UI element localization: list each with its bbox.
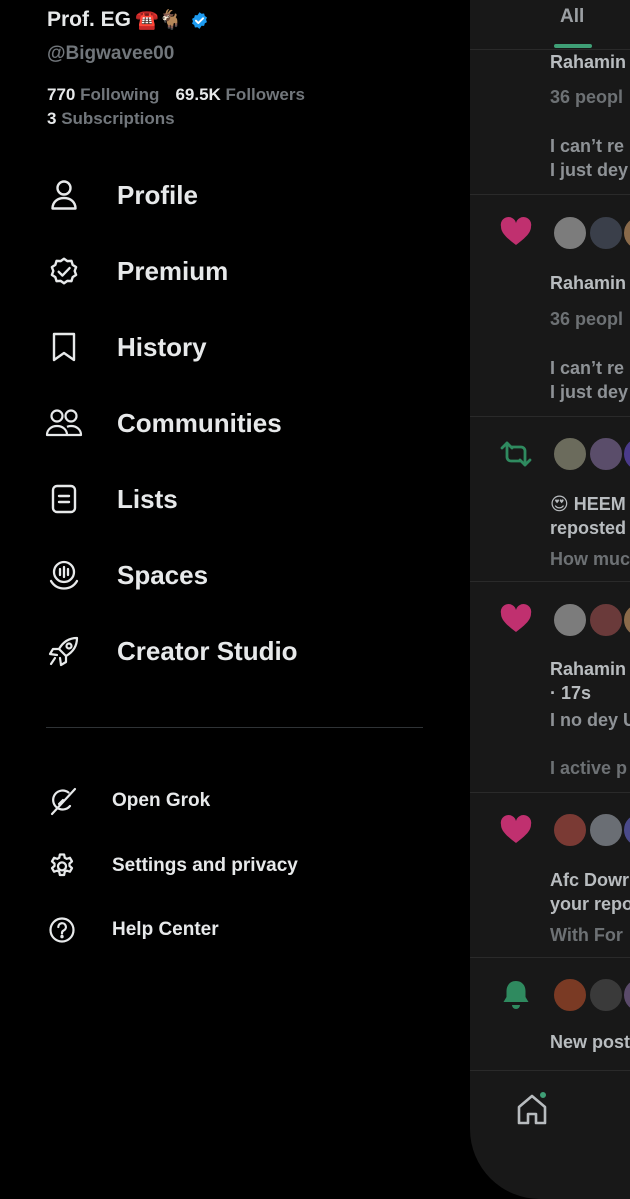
notification-text: · 17s bbox=[550, 683, 592, 703]
rocket-icon bbox=[44, 631, 84, 671]
profile-emoji: ☎️🐐 bbox=[135, 10, 183, 31]
followers-count: 69.5K bbox=[175, 85, 221, 104]
notification-text: Afc Dowr bbox=[550, 870, 630, 890]
follow-stats: 770 Following 69.5K Followers bbox=[47, 85, 305, 105]
menu-label-lists: Lists bbox=[117, 483, 178, 514]
followers-link[interactable]: 69.5K Followers bbox=[175, 85, 304, 105]
avatar[interactable] bbox=[588, 436, 624, 472]
notification-text: your repo bbox=[550, 894, 630, 914]
following-count: 770 bbox=[47, 85, 76, 104]
side-drawer: Prof. EG ☎️🐐 @Bigwavee00 770 Following 6… bbox=[0, 0, 470, 1199]
menu-label-premium: Premium bbox=[117, 255, 229, 286]
menu-item-settings[interactable]: Settings and privacy bbox=[44, 844, 444, 888]
menu-item-lists[interactable]: Lists bbox=[44, 471, 444, 527]
avatar[interactable] bbox=[552, 215, 588, 251]
help-icon bbox=[44, 912, 80, 948]
list-icon bbox=[44, 479, 84, 519]
menu-divider bbox=[46, 727, 423, 728]
menu-item-open-grok[interactable]: Open Grok bbox=[44, 779, 444, 823]
following-link[interactable]: 770 Following bbox=[47, 85, 159, 105]
avatar[interactable] bbox=[622, 977, 630, 1013]
following-label: Following bbox=[80, 85, 160, 104]
notification-text: How muc bbox=[550, 549, 630, 569]
avatar[interactable] bbox=[588, 977, 624, 1013]
menu-item-premium[interactable]: Premium bbox=[44, 243, 444, 299]
notification-text: With For bbox=[550, 925, 623, 945]
notification-text: Rahamin bbox=[550, 659, 627, 679]
notification-text: I can’t re bbox=[550, 358, 625, 378]
repost-icon bbox=[498, 436, 534, 472]
avatar[interactable] bbox=[622, 602, 630, 638]
avatar[interactable] bbox=[622, 812, 630, 848]
menu-item-help-center[interactable]: Help Center bbox=[44, 908, 444, 952]
menu-label-spaces: Spaces bbox=[117, 559, 209, 590]
profile-handle: @Bigwavee00 bbox=[47, 43, 175, 64]
menu-label-settings: Settings and privacy bbox=[112, 855, 298, 876]
spaces-icon bbox=[44, 555, 84, 595]
grok-icon bbox=[44, 783, 80, 819]
subscriptions-label: Subscriptions bbox=[61, 109, 175, 128]
notification-text: 36 peopl bbox=[550, 87, 624, 107]
subscriptions-link[interactable]: 3 Subscriptions bbox=[47, 109, 175, 129]
notification-divider bbox=[470, 194, 630, 195]
person-icon bbox=[44, 175, 84, 215]
avatar[interactable] bbox=[588, 812, 624, 848]
avatar[interactable] bbox=[588, 602, 624, 638]
menu-label-open-grok: Open Grok bbox=[112, 790, 211, 811]
notification-text: I can’t re bbox=[550, 136, 625, 156]
tab-divider bbox=[470, 49, 630, 50]
notification-text: Rahamin bbox=[550, 273, 627, 293]
menu-label-communities: Communities bbox=[117, 407, 282, 438]
profile-name: Prof. EG bbox=[47, 8, 132, 31]
notification-text: I just dey bbox=[550, 160, 629, 180]
notification-divider bbox=[470, 792, 630, 793]
bookmark-icon bbox=[44, 327, 84, 367]
premium-badge-icon bbox=[44, 251, 84, 291]
notification-text: 😍 HEEM bbox=[550, 494, 626, 514]
notification-text: I just dey bbox=[550, 382, 629, 402]
notification-text: 36 peopl bbox=[550, 309, 624, 329]
heart-icon bbox=[498, 214, 534, 250]
menu-label-creator-studio: Creator Studio bbox=[117, 635, 298, 666]
avatar[interactable] bbox=[622, 436, 630, 472]
menu-item-history[interactable]: History bbox=[44, 319, 444, 375]
home-icon[interactable] bbox=[514, 1092, 554, 1132]
notification-text: I active p bbox=[550, 758, 628, 778]
verified-badge-icon bbox=[190, 11, 209, 30]
tab-all-label: All bbox=[560, 6, 585, 27]
avatar[interactable] bbox=[622, 215, 630, 251]
notification-divider bbox=[470, 581, 630, 582]
profile-name-row[interactable]: Prof. EG ☎️🐐 bbox=[47, 8, 209, 32]
notification-divider bbox=[470, 957, 630, 958]
notification-text: reposted bbox=[550, 518, 627, 538]
bell-icon bbox=[498, 977, 534, 1013]
bottom-nav-divider bbox=[470, 1070, 630, 1071]
menu-label-help-center: Help Center bbox=[112, 919, 219, 940]
avatar[interactable] bbox=[552, 602, 588, 638]
menu-item-profile[interactable]: Profile bbox=[44, 167, 444, 223]
heart-icon bbox=[498, 601, 534, 637]
unread-indicator bbox=[538, 1090, 548, 1100]
communities-icon bbox=[44, 403, 84, 443]
menu-item-communities[interactable]: Communities bbox=[44, 395, 444, 451]
notification-divider bbox=[470, 416, 630, 417]
avatar[interactable] bbox=[552, 812, 588, 848]
avatar[interactable] bbox=[588, 215, 624, 251]
avatar[interactable] bbox=[552, 436, 588, 472]
tab-all[interactable]: All bbox=[470, 0, 630, 49]
menu-label-profile: Profile bbox=[117, 179, 198, 210]
notification-text: New post bbox=[550, 1032, 630, 1052]
followers-label: Followers bbox=[225, 85, 305, 104]
menu-item-spaces[interactable]: Spaces bbox=[44, 547, 444, 603]
tab-active-indicator bbox=[554, 44, 592, 48]
notification-text: I no dey U bbox=[550, 710, 630, 730]
menu-label-history: History bbox=[117, 331, 207, 362]
avatar[interactable] bbox=[552, 977, 588, 1013]
notifications-panel-dimmed[interactable]: All Rahamin 36 peopl I can’t re I just d… bbox=[470, 0, 630, 1199]
notification-text: Rahamin bbox=[550, 52, 627, 72]
menu-item-creator-studio[interactable]: Creator Studio bbox=[44, 623, 444, 679]
heart-icon bbox=[498, 812, 534, 848]
gear-icon bbox=[44, 848, 80, 884]
subscriptions-count: 3 bbox=[47, 109, 57, 128]
